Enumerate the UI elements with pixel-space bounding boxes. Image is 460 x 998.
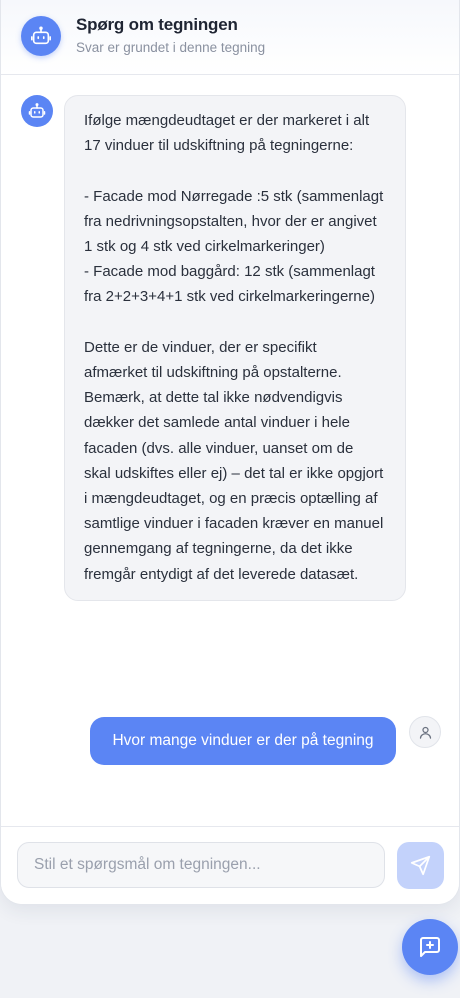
robot-icon: [30, 25, 52, 47]
assistant-avatar: [21, 95, 53, 127]
composer: [1, 826, 459, 904]
open-chat-button[interactable]: [402, 919, 458, 975]
user-icon: [418, 725, 433, 740]
chat-subtitle: Svar er grundet i denne tegning: [76, 40, 266, 55]
user-avatar: [409, 716, 441, 748]
user-message: Hvor mange vinduer er der på tegning: [90, 717, 396, 765]
chat-panel: Spørg om tegningen Svar er grundet i den…: [0, 0, 460, 905]
send-icon: [410, 855, 431, 876]
question-input[interactable]: [17, 842, 385, 888]
send-button[interactable]: [397, 842, 444, 889]
assistant-message: Ifølge mængdeudtaget er der markeret i a…: [64, 95, 406, 601]
header-avatar: [21, 16, 61, 56]
chat-add-icon: [418, 935, 442, 959]
chat-header: Spørg om tegningen Svar er grundet i den…: [1, 0, 459, 75]
robot-icon: [28, 102, 46, 120]
chat-title: Spørg om tegningen: [76, 15, 238, 34]
